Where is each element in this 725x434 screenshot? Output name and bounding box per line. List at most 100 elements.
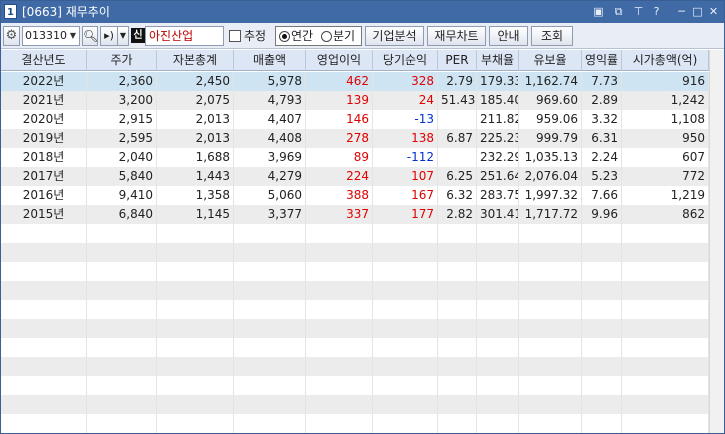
restore-icon[interactable]: ▣ bbox=[591, 4, 606, 20]
financial-chart-button[interactable]: 재무차트 bbox=[427, 26, 486, 46]
period-quarter-radio[interactable] bbox=[321, 31, 332, 42]
cell-op-income bbox=[306, 357, 373, 376]
cell-price bbox=[87, 300, 157, 319]
column-header-op-income[interactable]: 영업이익 bbox=[306, 50, 373, 71]
cell-equity bbox=[157, 262, 234, 281]
guide-button[interactable]: 안내 bbox=[489, 26, 528, 46]
cell-debt-ratio bbox=[477, 281, 519, 300]
cell-year bbox=[1, 395, 87, 414]
estimate-checkbox[interactable] bbox=[229, 30, 241, 42]
cell-reserve-ratio: 2,076.04 bbox=[519, 167, 582, 186]
column-header-sales[interactable]: 매출액 bbox=[234, 50, 306, 71]
column-header-op-margin[interactable]: 영익률 bbox=[582, 50, 622, 71]
cell-debt-ratio bbox=[477, 243, 519, 262]
cell-price bbox=[87, 395, 157, 414]
cell-op-income: 89 bbox=[306, 148, 373, 167]
financial-trend-window: 1 [0663] 재무추이 ▣ ⧉ ⊤ ? ─ □ ✕ ⚙ 013310 ▼ 🔍… bbox=[0, 0, 725, 434]
cell-net-income bbox=[373, 414, 438, 433]
cell-price bbox=[87, 338, 157, 357]
cell-op-margin bbox=[582, 376, 622, 395]
cell-sales bbox=[234, 357, 306, 376]
cell-op-margin: 9.96 bbox=[582, 205, 622, 224]
gear-icon[interactable]: ⚙ bbox=[3, 26, 20, 46]
cell-year bbox=[1, 300, 87, 319]
cell-op-margin: 2.24 bbox=[582, 148, 622, 167]
pin-icon[interactable]: ⊤ bbox=[631, 4, 646, 20]
cell-sales: 4,408 bbox=[234, 129, 306, 148]
window-title: [0663] 재무추이 bbox=[22, 5, 110, 19]
cell-year bbox=[1, 224, 87, 243]
cell-year bbox=[1, 376, 87, 395]
search-icon[interactable]: 🔍︎ bbox=[82, 26, 98, 46]
cell-equity bbox=[157, 376, 234, 395]
cell-equity bbox=[157, 281, 234, 300]
financial-table: 결산년도 주가 자본총계 매출액 영업이익 당기순익 PER 부채율 유보율 영익률 시가총액(억)… bbox=[1, 50, 709, 433]
cell-op-margin: 6.31 bbox=[582, 129, 622, 148]
cell-equity: 1,688 bbox=[157, 148, 234, 167]
cell-op-income bbox=[306, 224, 373, 243]
column-header-debt-ratio[interactable]: 부채율 bbox=[477, 50, 519, 71]
cell-op-income: 388 bbox=[306, 186, 373, 205]
column-header-net-income[interactable]: 당기순익 bbox=[373, 50, 438, 71]
column-header-price[interactable]: 주가 bbox=[87, 50, 157, 71]
column-header-year[interactable]: 결산년도 bbox=[1, 50, 87, 71]
cell-equity bbox=[157, 319, 234, 338]
cell-per bbox=[438, 243, 477, 262]
cell-price bbox=[87, 357, 157, 376]
cell-debt-ratio: 179.33 bbox=[477, 72, 519, 91]
window-number-badge: 1 bbox=[4, 4, 17, 19]
column-header-reserve-ratio[interactable]: 유보율 bbox=[519, 50, 582, 71]
cell-debt-ratio: 232.29 bbox=[477, 148, 519, 167]
cell-market-cap bbox=[622, 281, 709, 300]
help-icon[interactable]: ? bbox=[649, 4, 664, 20]
cell-reserve-ratio: 959.06 bbox=[519, 110, 582, 129]
cell-market-cap: 1,219 bbox=[622, 186, 709, 205]
chevron-down-icon[interactable]: ▼ bbox=[118, 26, 129, 46]
cell-reserve-ratio: 969.60 bbox=[519, 91, 582, 110]
speaker-icon[interactable]: ▸) bbox=[100, 26, 118, 46]
cell-price bbox=[87, 262, 157, 281]
cell-net-income: 328 bbox=[373, 72, 438, 91]
cell-sales: 3,377 bbox=[234, 205, 306, 224]
stock-code-input[interactable]: 013310 bbox=[22, 26, 68, 46]
cell-equity bbox=[157, 300, 234, 319]
company-analysis-button[interactable]: 기업분석 bbox=[365, 26, 424, 46]
cell-op-margin bbox=[582, 243, 622, 262]
company-name-field[interactable]: 아진산업 bbox=[145, 26, 224, 46]
period-annual-radio[interactable] bbox=[279, 31, 290, 42]
chevron-down-icon[interactable]: ▼ bbox=[67, 26, 80, 46]
title-bar[interactable]: 1 [0663] 재무추이 ▣ ⧉ ⊤ ? ─ □ ✕ bbox=[1, 1, 724, 23]
cell-net-income: -112 bbox=[373, 148, 438, 167]
cell-op-margin: 3.32 bbox=[582, 110, 622, 129]
market-badge: 신 bbox=[131, 28, 145, 43]
cell-equity bbox=[157, 224, 234, 243]
maximize-icon[interactable]: □ bbox=[690, 4, 705, 20]
column-header-equity[interactable]: 자본총계 bbox=[157, 50, 234, 71]
cell-year: 2017년 bbox=[1, 167, 87, 186]
vertical-scrollbar[interactable] bbox=[709, 50, 724, 433]
column-header-per[interactable]: PER bbox=[438, 50, 477, 71]
close-icon[interactable]: ✕ bbox=[706, 4, 721, 20]
cell-market-cap: 916 bbox=[622, 72, 709, 91]
copy-icon[interactable]: ⧉ bbox=[611, 4, 626, 20]
cell-market-cap bbox=[622, 338, 709, 357]
minimize-icon[interactable]: ─ bbox=[674, 4, 689, 20]
cell-equity bbox=[157, 357, 234, 376]
cell-reserve-ratio: 1,717.72 bbox=[519, 205, 582, 224]
cell-reserve-ratio bbox=[519, 395, 582, 414]
cell-year bbox=[1, 414, 87, 433]
column-header-market-cap[interactable]: 시가총액(억) bbox=[622, 50, 709, 71]
cell-per bbox=[438, 300, 477, 319]
cell-per: 2.82 bbox=[438, 205, 477, 224]
cell-equity: 2,013 bbox=[157, 129, 234, 148]
cell-year: 2015년 bbox=[1, 205, 87, 224]
cell-op-income bbox=[306, 395, 373, 414]
cell-net-income bbox=[373, 300, 438, 319]
cell-price bbox=[87, 414, 157, 433]
cell-op-margin: 2.89 bbox=[582, 91, 622, 110]
estimate-label: 추정 bbox=[244, 29, 267, 43]
cell-per bbox=[438, 376, 477, 395]
query-button[interactable]: 조회 bbox=[531, 26, 573, 46]
cell-op-margin bbox=[582, 319, 622, 338]
cell-per bbox=[438, 281, 477, 300]
